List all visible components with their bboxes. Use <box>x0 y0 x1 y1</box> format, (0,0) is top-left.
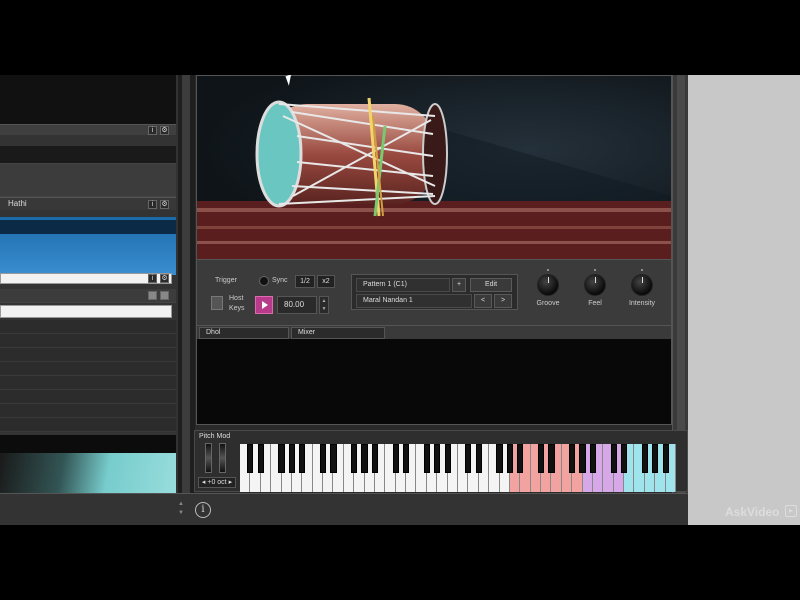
gear-icon[interactable]: ⚙ <box>160 126 169 135</box>
rack-slot-2[interactable] <box>0 146 176 164</box>
black-key[interactable] <box>465 444 472 473</box>
pattern-view <box>197 339 671 424</box>
mod-wheel[interactable] <box>219 443 226 473</box>
black-key[interactable] <box>569 444 576 473</box>
pattern-name[interactable]: Pattern 1 (C1) <box>356 278 450 292</box>
intensity-knob[interactable] <box>631 274 653 296</box>
host-label: Host <box>229 295 244 302</box>
tempo-spinner[interactable]: ▲ ▼ <box>319 296 329 314</box>
tempo-field[interactable]: 80.00 <box>277 296 317 314</box>
black-key[interactable] <box>330 444 337 473</box>
next-preset-button[interactable]: > <box>494 294 512 308</box>
black-key[interactable] <box>579 444 586 473</box>
instrument-panel: Trigger Sync 1/2 x2 Host Keys 80.00 ▲ ▼ P… <box>196 75 672 425</box>
minimize-icon[interactable] <box>148 291 157 300</box>
edit-button[interactable]: Edit <box>470 278 512 292</box>
pitch-wheel[interactable] <box>205 443 212 473</box>
black-key[interactable] <box>496 444 503 473</box>
desktop-background <box>688 75 800 525</box>
black-key[interactable] <box>517 444 524 473</box>
rack-slot-3-bar: Hathi i ⚙ <box>0 197 176 210</box>
close-icon[interactable] <box>160 291 169 300</box>
black-key[interactable] <box>589 444 597 473</box>
groove-label: Groove <box>536 300 560 307</box>
kontakt-window: i ⚙ Hathi i ⚙ i ⚙ Trigger Sync 1/2 x2 Ho… <box>0 75 800 525</box>
tab-dhol[interactable]: Dhol <box>199 327 289 339</box>
letterbox-top <box>0 0 800 75</box>
black-key[interactable] <box>299 444 306 473</box>
groove-knob[interactable] <box>537 274 559 296</box>
piano-keyboard[interactable] <box>240 444 676 492</box>
black-key[interactable] <box>444 444 451 473</box>
black-key[interactable] <box>548 444 555 473</box>
slot-name-field[interactable] <box>0 305 172 318</box>
black-key[interactable] <box>278 444 285 473</box>
status-bar: ▲ ▼ i <box>0 493 688 525</box>
sync-label: Sync <box>272 277 288 284</box>
trigger-label: Trigger <box>215 277 237 284</box>
host-keys-toggle[interactable] <box>211 296 223 310</box>
info-icon[interactable]: i <box>148 274 157 283</box>
double-speed-button[interactable]: x2 <box>317 275 335 288</box>
black-key[interactable] <box>434 444 441 473</box>
octave-shift[interactable]: ◂ +0 oct ▸ <box>198 477 236 488</box>
black-key[interactable] <box>288 444 295 473</box>
black-key[interactable] <box>475 444 482 473</box>
prev-preset-button[interactable]: < <box>474 294 492 308</box>
black-key[interactable] <box>319 444 327 473</box>
black-key[interactable] <box>610 444 617 473</box>
rack-slot-4-header <box>0 289 176 303</box>
info-icon[interactable]: i <box>148 200 157 209</box>
rack-slot-1-bar: i ⚙ <box>0 124 176 135</box>
pattern-controls: Trigger Sync 1/2 x2 Host Keys 80.00 ▲ ▼ P… <box>197 259 671 325</box>
panel-tabs: Dhol Mixer <box>197 325 671 339</box>
preset-name[interactable]: Maral Nandan 1 <box>356 294 472 308</box>
keys-label: Keys <box>229 305 245 312</box>
sync-radio[interactable] <box>259 276 269 286</box>
rack-scrollbar[interactable] <box>178 75 195 493</box>
pattern-selector: Pattern 1 (C1) + Edit Maral Nandan 1 < > <box>351 274 518 310</box>
black-key[interactable] <box>247 444 254 473</box>
feel-knob[interactable] <box>584 274 606 296</box>
black-key[interactable] <box>620 444 628 473</box>
instrument-rack: i ⚙ Hathi i ⚙ i ⚙ <box>0 75 178 505</box>
add-pattern-button[interactable]: + <box>452 278 466 292</box>
keyboard-strip: Pitch Mod ◂ +0 oct ▸ <box>194 430 688 492</box>
info-icon[interactable]: i <box>148 126 157 135</box>
watermark-text: AskVideo <box>725 505 780 519</box>
tab-mixer[interactable]: Mixer <box>291 327 385 339</box>
black-key[interactable] <box>652 444 659 473</box>
play-button[interactable] <box>255 296 273 314</box>
info-icon[interactable]: i <box>195 502 211 518</box>
rack-slot-2-body <box>0 164 176 197</box>
scroll-arrows-icon[interactable]: ▲ ▼ <box>176 500 186 520</box>
black-key[interactable] <box>641 444 648 473</box>
black-key[interactable] <box>506 444 513 473</box>
gear-icon[interactable]: ⚙ <box>160 274 169 283</box>
black-key[interactable] <box>361 444 368 473</box>
rack-slot-3-title: Hathi <box>8 199 27 208</box>
black-key[interactable] <box>257 444 264 473</box>
dhol-drum-image <box>197 97 671 259</box>
slot-buttons: i ⚙ <box>146 273 176 284</box>
black-key[interactable] <box>351 444 358 473</box>
black-key[interactable] <box>662 444 669 473</box>
black-key[interactable] <box>423 444 430 473</box>
selected-slot-header <box>0 220 176 234</box>
slot-list <box>0 320 176 432</box>
black-key[interactable] <box>392 444 399 473</box>
black-key[interactable] <box>402 444 410 473</box>
feel-label: Feel <box>588 300 602 307</box>
half-speed-button[interactable]: 1/2 <box>295 275 315 288</box>
intensity-label: Intensity <box>628 300 656 307</box>
watermark-logo: ▸ <box>785 505 797 517</box>
letterbox-bottom <box>0 525 800 600</box>
pitch-mod-label: Pitch Mod <box>199 433 231 440</box>
black-key[interactable] <box>371 444 379 473</box>
black-key[interactable] <box>537 444 545 473</box>
rack-slot-1[interactable] <box>0 75 176 125</box>
gear-icon[interactable]: ⚙ <box>160 200 169 209</box>
instrument-artwork <box>197 76 671 259</box>
